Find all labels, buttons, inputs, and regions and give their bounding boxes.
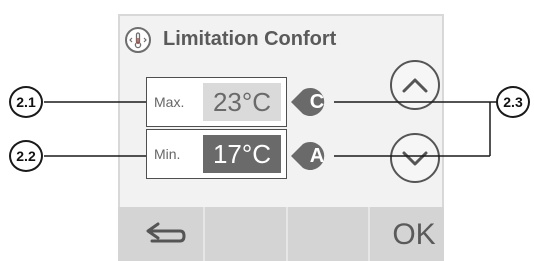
callout-max: 2.1 [9,86,43,118]
annotation-overlay [44,88,508,171]
callout-min: 2.2 [9,140,43,172]
min-tag-letter: A [309,145,325,167]
callout-arrows: 2.3 [496,86,530,118]
max-tag-letter: C [309,91,325,113]
